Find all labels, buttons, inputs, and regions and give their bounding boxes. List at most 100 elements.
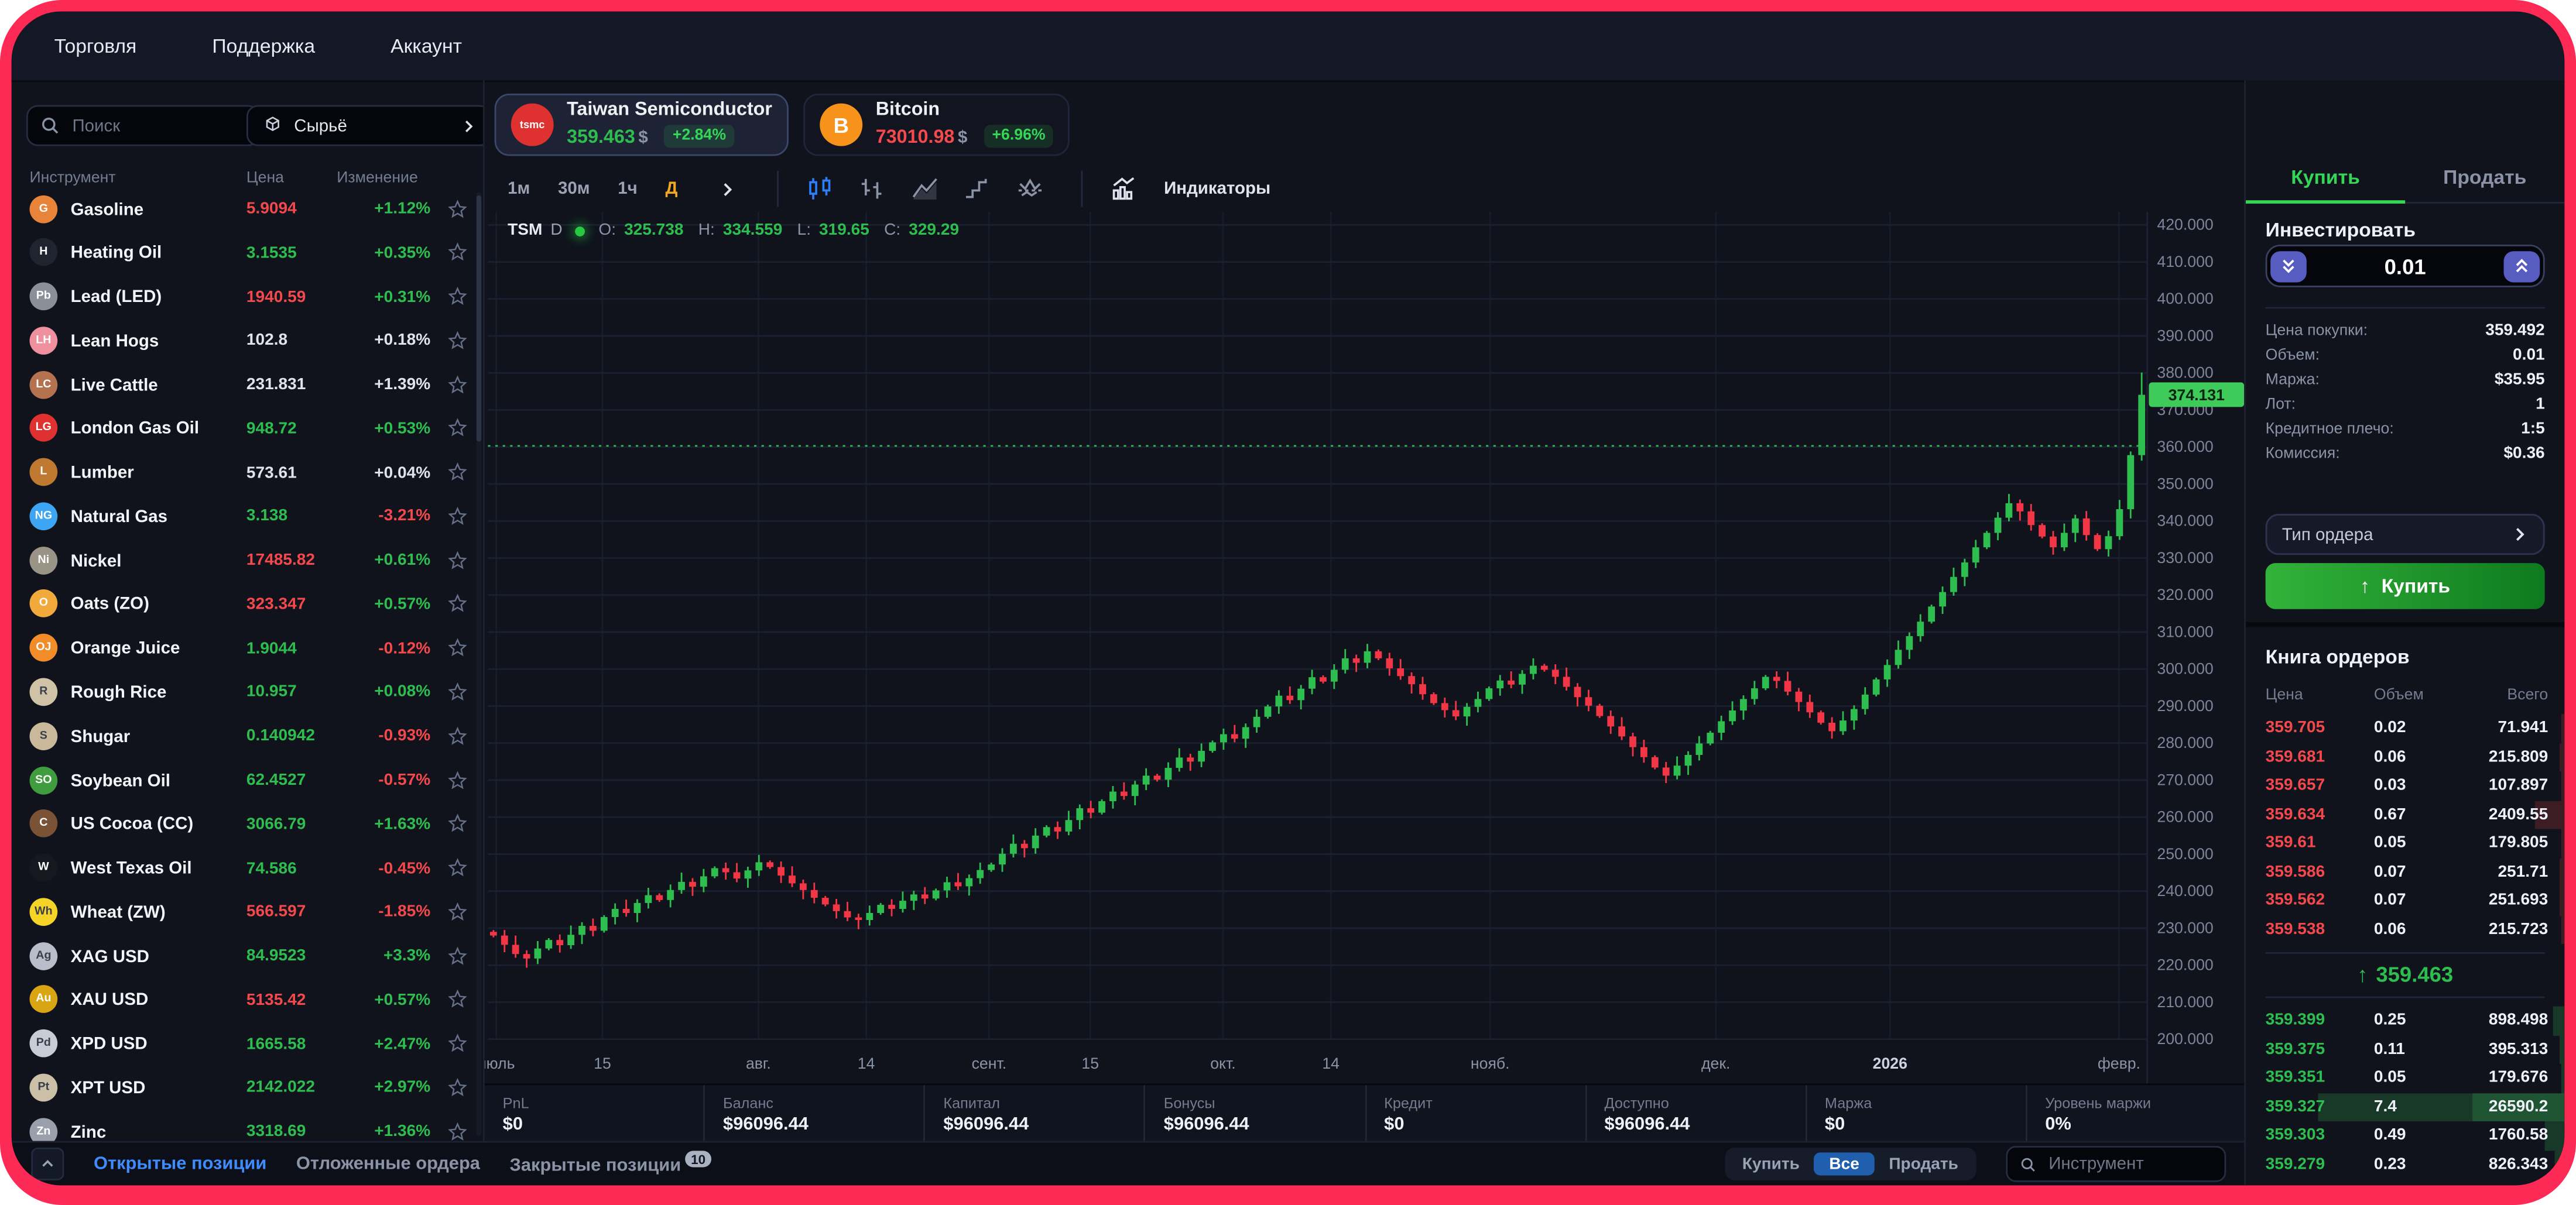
favorite-star-icon[interactable] <box>447 329 468 351</box>
favorite-star-icon[interactable] <box>447 462 468 483</box>
instrument-row-orange-juice[interactable]: OJOrange Juice1.9044-0.12% <box>12 626 483 670</box>
instrument-row-xpt-usd[interactable]: PtXPT USD2142.022+2.97% <box>12 1065 483 1110</box>
filter-[interactable]: Все <box>1814 1152 1874 1175</box>
timeframe-1[interactable]: 1ч <box>618 179 637 199</box>
order-book-bid-row[interactable]: 359.2550.16574.808 <box>2246 1179 2564 1185</box>
candlestick-type-icon[interactable] <box>799 173 842 205</box>
order-type-selector[interactable]: Тип ордера <box>2266 514 2545 555</box>
favorite-star-icon[interactable] <box>447 550 468 571</box>
order-book-ask-row[interactable]: 359.5380.06215.723 <box>2246 915 2564 944</box>
baseline-type-icon[interactable] <box>1009 173 1052 205</box>
favorite-star-icon[interactable] <box>447 989 468 1010</box>
order-book-bid-row[interactable]: 359.3750.11395.313 <box>2246 1035 2564 1064</box>
more-timeframes-icon[interactable] <box>705 173 748 205</box>
favorite-star-icon[interactable] <box>447 506 468 527</box>
favorite-star-icon[interactable] <box>447 1077 468 1098</box>
decrease-amount-button[interactable] <box>2270 250 2307 281</box>
order-book-ask-row[interactable]: 359.6810.06215.809 <box>2246 743 2564 771</box>
sidebar-scrollbar-thumb[interactable] <box>477 195 481 442</box>
tab-open-positions[interactable]: Открытые позиции <box>94 1154 266 1174</box>
instrument-row-live-cattle[interactable]: LCLive Cattle231.831+1.39% <box>12 362 483 407</box>
filter-[interactable]: Купить <box>1728 1152 1814 1175</box>
favorite-star-icon[interactable] <box>447 813 468 834</box>
nav-item-support[interactable]: Поддержка <box>212 35 315 57</box>
instrument-row-xpd-usd[interactable]: PdXPD USD1665.58+2.47% <box>12 1021 483 1066</box>
instrument-row-london-gas-oil[interactable]: LGLondon Gas Oil948.72+0.53% <box>12 406 483 451</box>
nav-item-account[interactable]: Аккаунт <box>390 35 462 57</box>
timeframe-[interactable]: Д <box>665 179 677 199</box>
order-book-ask-row[interactable]: 359.610.05179.805 <box>2246 829 2564 858</box>
favorite-star-icon[interactable] <box>447 417 468 438</box>
instrument-row-soybean-oil[interactable]: SOSoybean Oil62.4527-0.57% <box>12 758 483 802</box>
tab-closed-positions[interactable]: Закрытые позиции10 <box>510 1152 712 1177</box>
favorite-star-icon[interactable] <box>447 769 468 790</box>
order-book-ask-row[interactable]: 359.5620.07251.693 <box>2246 887 2564 915</box>
nav-item-trading[interactable]: Торговля <box>54 35 137 57</box>
instrument-row-west-texas-oil[interactable]: WWest Texas Oil74.586-0.45% <box>12 846 483 890</box>
instrument-row-rough-rice[interactable]: RRough Rice10.957+0.08% <box>12 670 483 714</box>
search-box[interactable] <box>26 105 259 146</box>
category-dropdown[interactable]: Сырьё <box>246 105 483 146</box>
instrument-search-input[interactable] <box>2046 1152 2213 1175</box>
order-book-bid-row[interactable]: 359.3277.426590.2 <box>2246 1093 2564 1121</box>
instrument-row-zinc[interactable]: ZnZinc3318.69+1.36% <box>12 1109 483 1142</box>
favorite-star-icon[interactable] <box>447 198 468 219</box>
favorite-star-icon[interactable] <box>447 857 468 878</box>
favorite-star-icon[interactable] <box>447 681 468 702</box>
order-volume: 0.05 <box>2374 1069 2406 1087</box>
instrument-row-oats-zo[interactable]: OOats (ZO)323.347+0.57% <box>12 582 483 626</box>
order-book-ask-row[interactable]: 359.7050.0271.941 <box>2246 714 2564 743</box>
favorite-star-icon[interactable] <box>447 901 468 922</box>
favorite-star-icon[interactable] <box>447 725 468 746</box>
order-book-bid-row[interactable]: 359.3990.25898.498 <box>2246 1007 2564 1035</box>
sell-tab[interactable]: Продать <box>2405 166 2564 202</box>
amount-input[interactable] <box>2307 252 2504 280</box>
filter-[interactable]: Продать <box>1874 1152 1973 1175</box>
timeframe-30[interactable]: 30м <box>558 179 590 199</box>
order-book-ask-row[interactable]: 359.6340.672409.55 <box>2246 801 2564 829</box>
timeframe-1[interactable]: 1м <box>508 179 530 199</box>
instrument-row-xag-usd[interactable]: AgXAG USD84.9523+3.3% <box>12 933 483 978</box>
favorite-star-icon[interactable] <box>447 1033 468 1054</box>
buy-tab[interactable]: Купить <box>2246 166 2405 202</box>
symbol-tab-bitcoin[interactable]: BBitcoin73010.98$+6.96% <box>803 94 1070 156</box>
search-input[interactable] <box>69 114 246 137</box>
favorite-star-icon[interactable] <box>447 593 468 614</box>
instrument-row-lean-hogs[interactable]: LHLean Hogs102.8+0.18% <box>12 318 483 363</box>
favorite-star-icon[interactable] <box>447 242 468 263</box>
increase-amount-button[interactable] <box>2504 250 2540 281</box>
symbol-tab-taiwan-semiconductor[interactable]: tsmcTaiwan Semiconductor359.463$+2.84% <box>495 94 789 156</box>
order-book-bid-row[interactable]: 359.2790.23826.343 <box>2246 1150 2564 1179</box>
symbol-change-badge: +6.96% <box>984 124 1053 147</box>
favorite-star-icon[interactable] <box>447 637 468 658</box>
order-book-ask-row[interactable]: 359.6570.03107.897 <box>2246 771 2564 800</box>
favorite-star-icon[interactable] <box>447 373 468 394</box>
order-book-bid-row[interactable]: 359.3030.491760.58 <box>2246 1121 2564 1150</box>
instrument-row-gasoline[interactable]: GGasoline5.9094+1.12% <box>12 186 483 231</box>
svg-text:210.000: 210.000 <box>2157 993 2213 1011</box>
collapse-panel-button[interactable] <box>31 1148 64 1180</box>
instrument-row-lumber[interactable]: LLumber573.61+0.04% <box>12 450 483 495</box>
candlestick-chart[interactable]: 200.000210.000220.000230.000240.000250.0… <box>485 212 2246 1085</box>
indicators-button[interactable]: Индикаторы <box>1164 179 1270 199</box>
step-line-type-icon[interactable] <box>957 173 1000 205</box>
instrument-row-lead-led[interactable]: PbLead (LED)1940.59+0.31% <box>12 274 483 319</box>
tab-pending-orders[interactable]: Отложенные ордера <box>296 1154 480 1174</box>
instrument-row-xau-usd[interactable]: AuXAU USD5135.42+0.57% <box>12 977 483 1022</box>
instrument-search-box[interactable] <box>2006 1146 2226 1182</box>
instrument-row-shugar[interactable]: SShugar0.140942-0.93% <box>12 714 483 758</box>
area-type-icon[interactable] <box>905 173 947 205</box>
order-book-ask-row[interactable]: 359.5860.07251.71 <box>2246 858 2564 887</box>
buy-button[interactable]: ↑ Купить <box>2266 563 2545 609</box>
bars-type-icon[interactable] <box>852 173 895 205</box>
instrument-row-heating-oil[interactable]: HHeating Oil3.1535+0.35% <box>12 230 483 274</box>
favorite-star-icon[interactable] <box>447 945 468 966</box>
instrument-row-us-cocoa-cc[interactable]: CUS Cocoa (CC)3066.79+1.63% <box>12 802 483 846</box>
indicators-icon[interactable] <box>1103 173 1146 205</box>
favorite-star-icon[interactable] <box>447 286 468 307</box>
instrument-row-natural-gas[interactable]: NGNatural Gas3.138-3.21% <box>12 494 483 538</box>
order-book-bid-row[interactable]: 359.3510.05179.676 <box>2246 1064 2564 1093</box>
instrument-row-wheat-zw[interactable]: WhWheat (ZW)566.597-1.85% <box>12 890 483 934</box>
instrument-row-nickel[interactable]: NiNickel17485.82+0.61% <box>12 538 483 582</box>
favorite-star-icon[interactable] <box>447 1121 468 1142</box>
